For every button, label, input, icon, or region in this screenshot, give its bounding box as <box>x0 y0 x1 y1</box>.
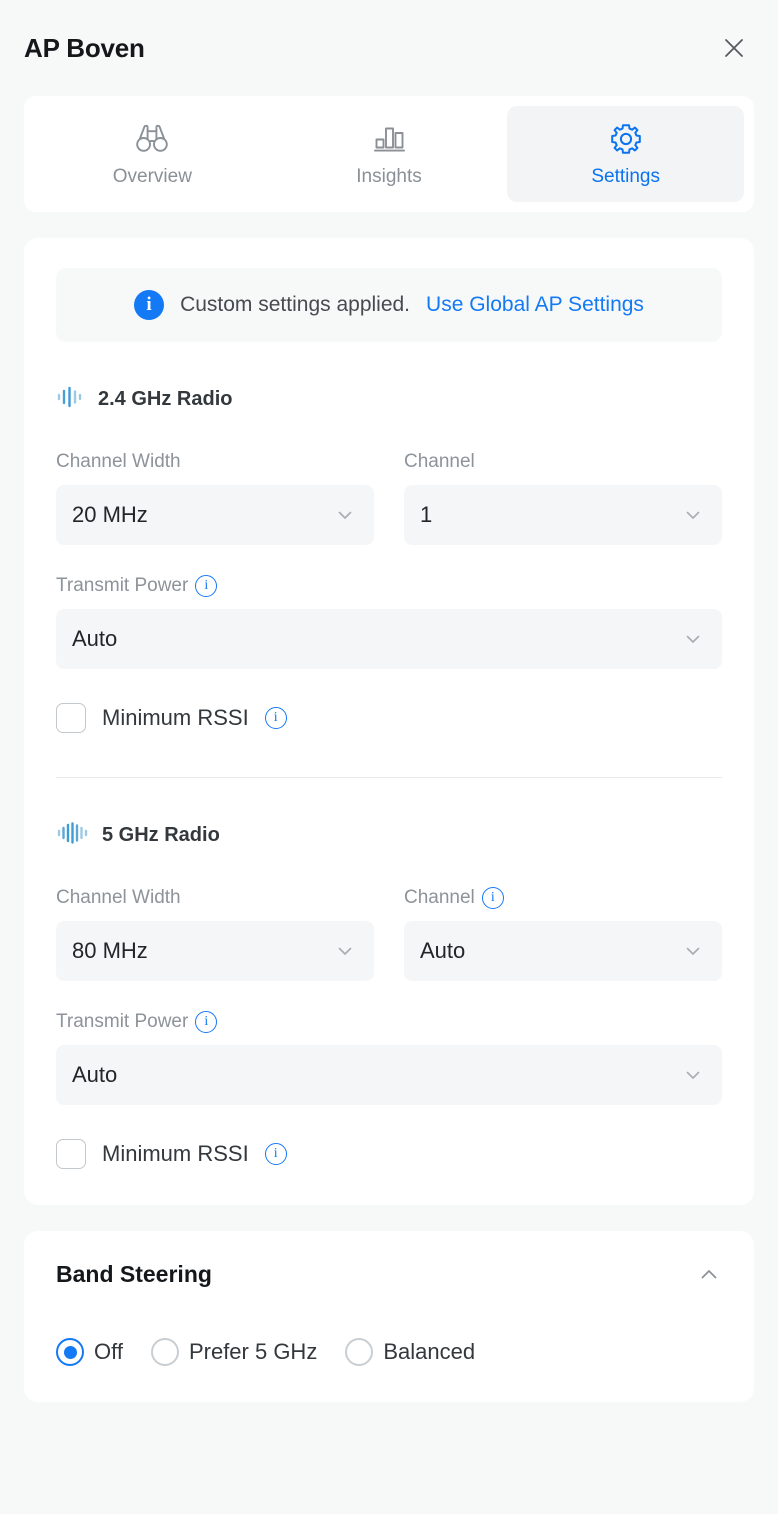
checkbox-row-minimum-rssi-5ghz[interactable]: Minimum RSSI i <box>56 1139 722 1169</box>
label-transmit-power-2-4ghz: Transmit Power i <box>56 573 722 599</box>
label-text: Transmit Power <box>56 575 189 596</box>
gear-icon <box>609 122 643 156</box>
radio-label: Off <box>94 1339 123 1364</box>
tab-settings[interactable]: Settings <box>507 106 745 202</box>
band-steering-title: Band Steering <box>56 1261 212 1287</box>
radio-mark <box>150 1338 179 1366</box>
select-transmit-power-5ghz[interactable]: Auto <box>56 1045 722 1105</box>
radio-mark <box>345 1338 374 1366</box>
field-channel-width-5ghz: Channel Width 80 MHz <box>56 885 374 981</box>
checkbox-minimum-rssi-2-4ghz[interactable] <box>56 703 86 733</box>
label-transmit-power-5ghz: Transmit Power i <box>56 1009 722 1035</box>
titlebar: AP Boven <box>0 0 778 96</box>
select-channel-width-2-4ghz[interactable]: 20 MHz <box>56 485 374 545</box>
label-minimum-rssi-5ghz: Minimum RSSI <box>102 1141 249 1166</box>
chevron-down-icon <box>686 511 700 519</box>
banner-text: Custom settings applied. <box>180 293 411 316</box>
close-button[interactable] <box>714 28 754 68</box>
label-channel-width-5ghz: Channel Width <box>56 885 374 911</box>
tab-insights-label: Insights <box>356 166 422 187</box>
page-title: AP Boven <box>24 32 145 63</box>
radio-option-balanced[interactable]: Balanced <box>345 1338 475 1366</box>
radio-option-prefer-5ghz[interactable]: Prefer 5 GHz <box>150 1338 318 1366</box>
label-channel-2-4ghz: Channel <box>404 449 722 475</box>
section-header-5ghz: 5 GHz Radio <box>56 820 722 851</box>
chevron-down-icon <box>686 1071 700 1079</box>
tab-overview-label: Overview <box>112 166 192 187</box>
section-title-2-4ghz: 2.4 GHz Radio <box>98 388 233 410</box>
field-channel-5ghz: Channel i Auto <box>404 885 722 981</box>
info-icon[interactable]: i <box>195 1011 218 1033</box>
binoculars-icon <box>132 122 172 156</box>
radio-label: Prefer 5 GHz <box>188 1339 318 1364</box>
select-channel-5ghz[interactable]: Auto <box>404 921 722 981</box>
label-text: Channel <box>404 887 475 908</box>
radio-option-off[interactable]: Off <box>56 1338 123 1366</box>
info-icon[interactable]: i <box>481 887 504 909</box>
field-transmit-power-5ghz: Transmit Power i Auto <box>56 1009 722 1105</box>
checkbox-row-minimum-rssi-2-4ghz[interactable]: Minimum RSSI i <box>56 703 722 733</box>
select-value: 1 <box>420 502 433 527</box>
field-row-transmit-power-2-4ghz: Transmit Power i Auto <box>56 573 722 669</box>
label-text: Transmit Power <box>56 1011 189 1032</box>
info-icon[interactable]: i <box>264 1143 287 1165</box>
band-steering-options: Off Prefer 5 GHz Balanced <box>56 1338 722 1366</box>
signal-waveform-icon <box>56 384 86 415</box>
label-channel-5ghz: Channel i <box>404 885 722 911</box>
select-value: 80 MHz <box>72 938 148 963</box>
tab-settings-label: Settings <box>591 166 660 187</box>
bar-chart-icon <box>371 122 407 156</box>
select-value: Auto <box>72 1062 118 1087</box>
section-divider <box>56 777 722 778</box>
close-icon <box>725 39 743 57</box>
radio-mark <box>56 1338 84 1366</box>
select-value: Auto <box>72 626 118 651</box>
custom-settings-banner: i Custom settings applied. Use Global AP… <box>56 268 722 342</box>
chevron-down-icon <box>338 511 352 519</box>
field-channel-width-2-4ghz: Channel Width 20 MHz <box>56 449 374 545</box>
section-title-5ghz: 5 GHz Radio <box>102 824 220 846</box>
select-value: Auto <box>420 938 466 963</box>
chevron-up-icon[interactable] <box>696 1262 722 1288</box>
band-steering-header[interactable]: Band Steering <box>56 1261 722 1288</box>
select-channel-2-4ghz[interactable]: 1 <box>404 485 722 545</box>
label-text: Channel <box>404 451 475 472</box>
tab-insights[interactable]: Insights <box>271 106 508 202</box>
field-channel-2-4ghz: Channel 1 <box>404 449 722 545</box>
radio-label: Balanced <box>383 1339 476 1364</box>
band-steering-card: Band Steering Off Prefer 5 GHz Balanced <box>24 1231 754 1402</box>
label-text: Channel Width <box>56 887 181 908</box>
chevron-down-icon <box>686 635 700 643</box>
checkbox-minimum-rssi-5ghz[interactable] <box>56 1139 86 1169</box>
info-filled-icon: i <box>134 290 165 320</box>
section-header-2-4ghz: 2.4 GHz Radio <box>56 384 722 415</box>
tab-overview[interactable]: Overview <box>34 106 271 202</box>
chevron-down-icon <box>338 947 352 955</box>
settings-body: i Custom settings applied. Use Global AP… <box>0 212 778 1514</box>
select-channel-width-5ghz[interactable]: 80 MHz <box>56 921 374 981</box>
use-global-ap-settings-link[interactable]: Use Global AP Settings <box>426 293 644 317</box>
tab-bar: Overview Insights Settings <box>24 96 754 212</box>
chevron-down-icon <box>686 947 700 955</box>
label-text: Channel Width <box>56 451 181 472</box>
label-channel-width-2-4ghz: Channel Width <box>56 449 374 475</box>
info-icon[interactable]: i <box>264 707 287 729</box>
info-icon[interactable]: i <box>195 575 218 597</box>
label-minimum-rssi-2-4ghz: Minimum RSSI <box>102 705 249 730</box>
field-row-channel-2-4ghz: Channel Width 20 MHz Channel 1 <box>56 449 722 545</box>
ap-settings-panel: AP Boven Overview Insights Settings i Cu… <box>0 0 778 1514</box>
select-value: 20 MHz <box>72 502 148 527</box>
radio-settings-card: i Custom settings applied. Use Global AP… <box>24 238 754 1205</box>
field-transmit-power-2-4ghz: Transmit Power i Auto <box>56 573 722 669</box>
signal-waveform-icon <box>56 820 90 851</box>
select-transmit-power-2-4ghz[interactable]: Auto <box>56 609 722 669</box>
field-row-channel-5ghz: Channel Width 80 MHz Channel i Auto <box>56 885 722 981</box>
field-row-transmit-power-5ghz: Transmit Power i Auto <box>56 1009 722 1105</box>
